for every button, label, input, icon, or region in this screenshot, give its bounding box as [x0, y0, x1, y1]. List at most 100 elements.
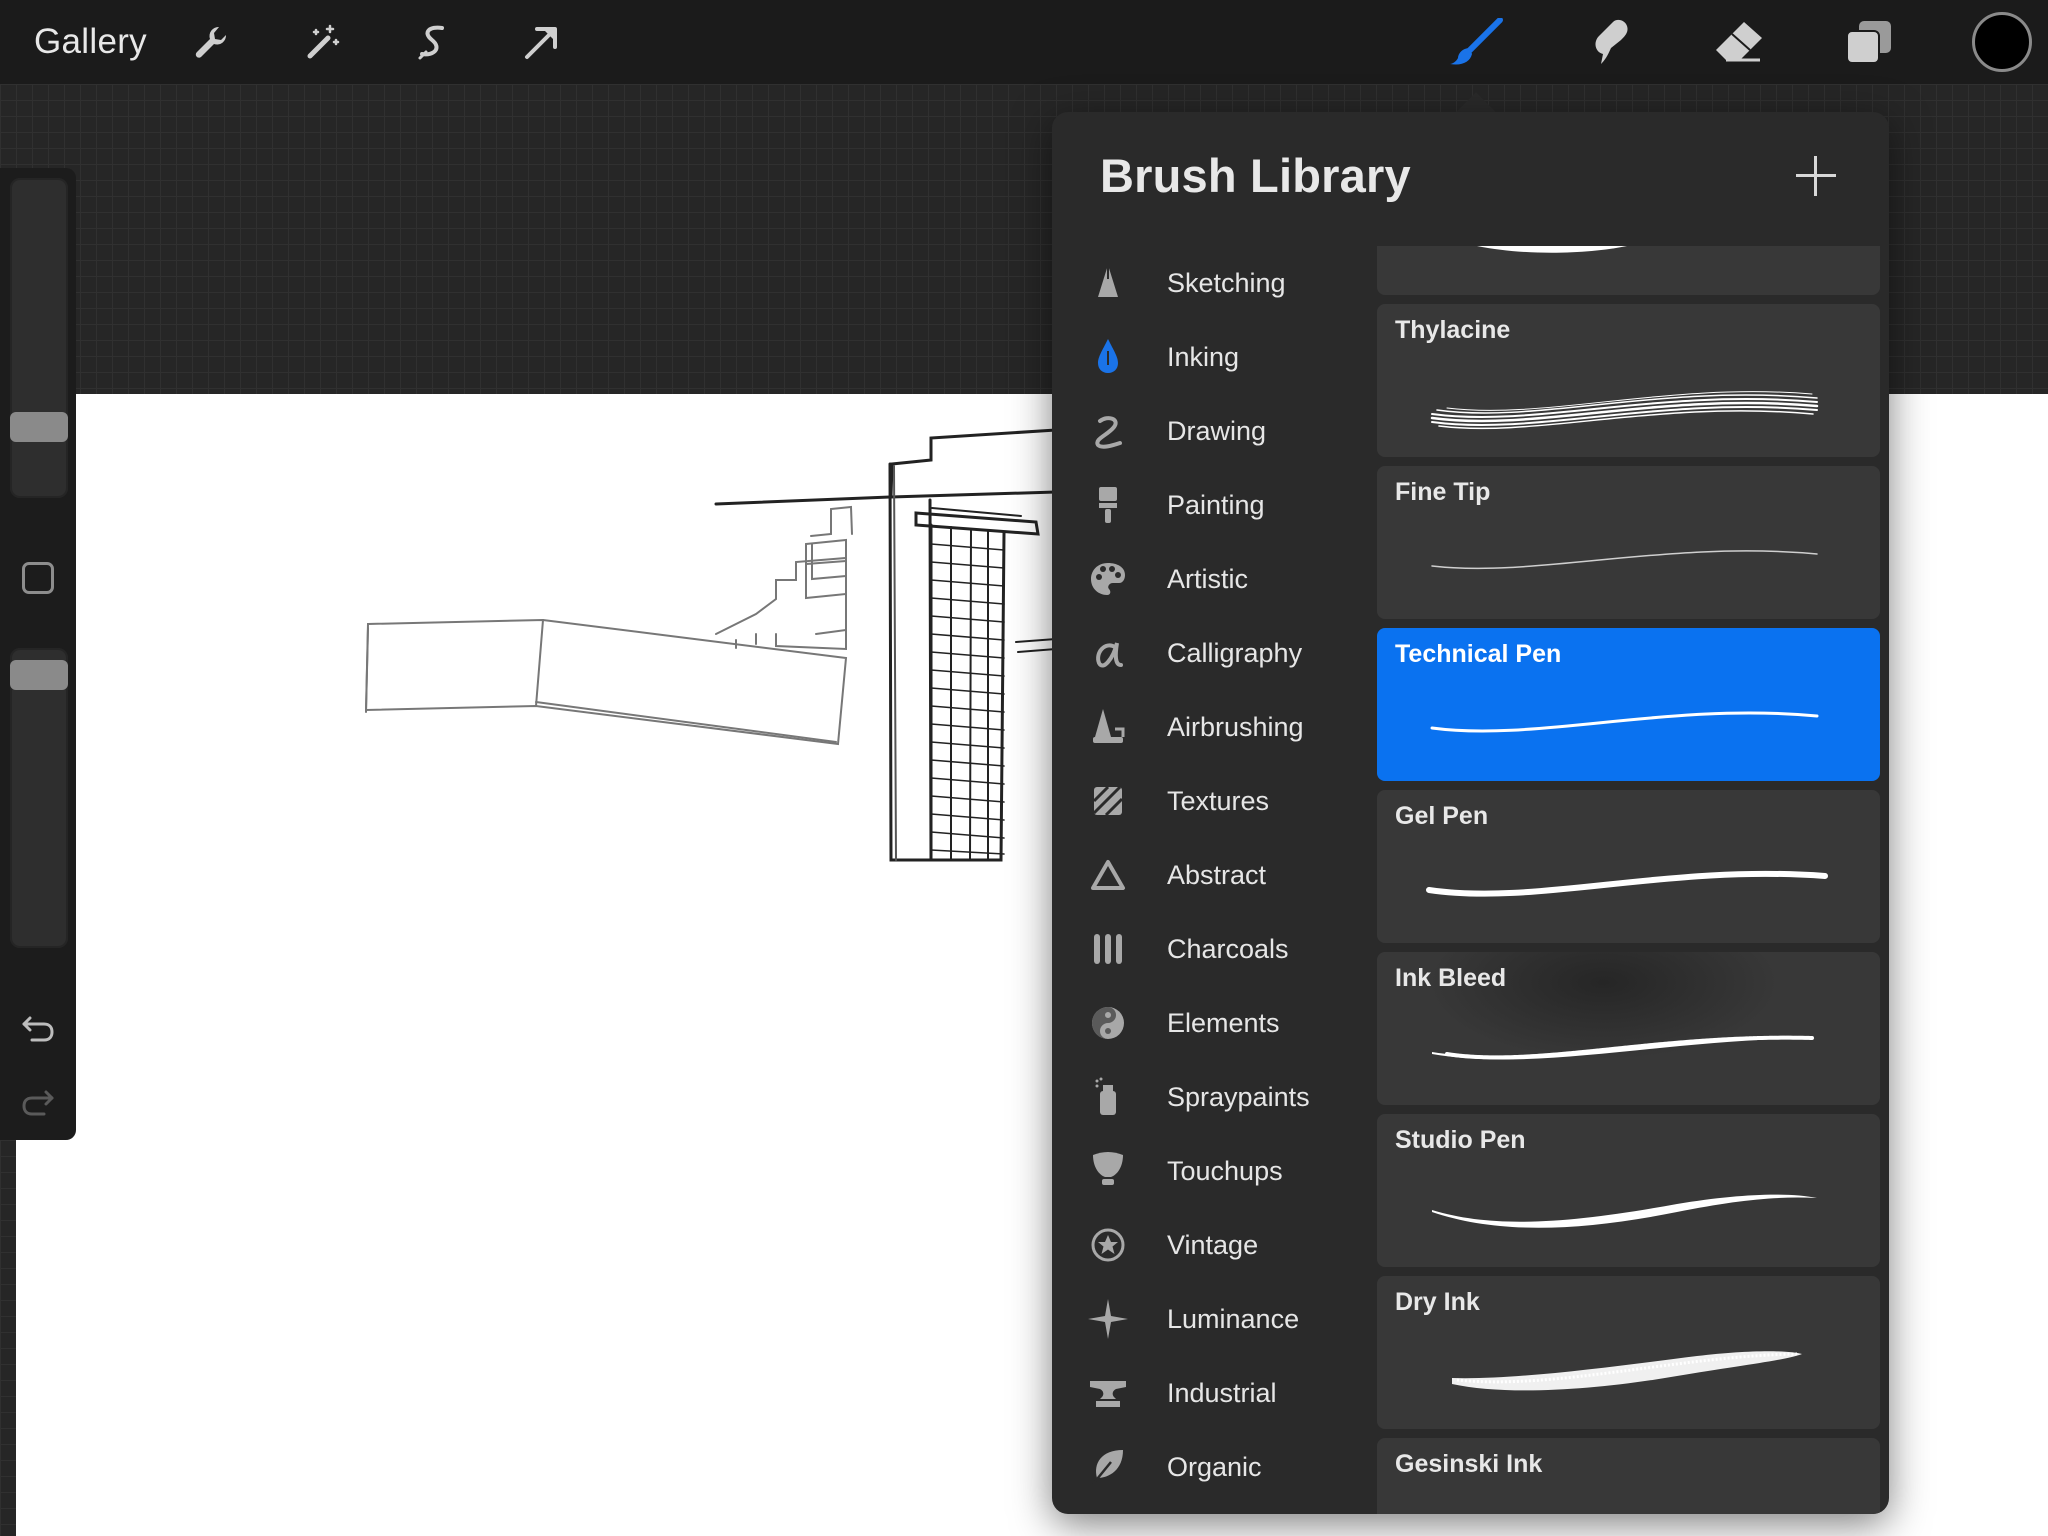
- category-organic[interactable]: Organic: [1052, 1430, 1372, 1504]
- brush-stroke-preview: [1430, 391, 1819, 430]
- brush-stroke-preview: [1452, 1351, 1802, 1391]
- brush-name: Studio Pen: [1395, 1126, 1526, 1154]
- brush-name: Gesinski Ink: [1395, 1450, 1543, 1478]
- brush-icon[interactable]: [1448, 18, 1504, 66]
- category-label: Sketching: [1167, 268, 1286, 298]
- category-label: Industrial: [1167, 1378, 1277, 1408]
- brush-list: Thylacine Fine Tip Technical Pen Gel Pen…: [1377, 246, 1880, 1514]
- opacity-thumb[interactable]: [10, 660, 68, 690]
- brush-card-dry-ink[interactable]: Dry Ink: [1377, 1276, 1880, 1429]
- category-luminance[interactable]: Luminance: [1052, 1282, 1372, 1356]
- abstract-icon: [1088, 855, 1128, 895]
- painting-icon: [1088, 485, 1128, 525]
- category-label: Spraypaints: [1167, 1082, 1310, 1112]
- layers-icon[interactable]: [1844, 18, 1894, 66]
- brush-name: Gel Pen: [1395, 802, 1489, 830]
- category-label: Drawing: [1167, 416, 1267, 446]
- category-inking[interactable]: Inking: [1052, 320, 1372, 394]
- category-label: Charcoals: [1167, 934, 1289, 964]
- drawing-icon: [1088, 411, 1128, 451]
- category-label: Touchups: [1167, 1156, 1283, 1186]
- category-sketching[interactable]: Sketching: [1052, 246, 1372, 320]
- category-touchups[interactable]: Touchups: [1052, 1134, 1372, 1208]
- smudge-icon[interactable]: [1578, 18, 1634, 66]
- brush-card-ink-bleed[interactable]: Ink Bleed: [1377, 952, 1880, 1105]
- top-toolbar: Gallery: [0, 0, 2048, 84]
- brush-card-technical-pen[interactable]: Technical Pen: [1377, 628, 1880, 781]
- move-arrow-icon[interactable]: [518, 18, 566, 66]
- brush-stroke-preview: [1426, 870, 1828, 897]
- category-textures[interactable]: Textures: [1052, 764, 1372, 838]
- redo-icon[interactable]: [18, 1082, 58, 1122]
- category-calligraphy[interactable]: Calligraphy: [1052, 616, 1372, 690]
- undo-icon[interactable]: [18, 1008, 58, 1048]
- brush-stroke-preview: [1432, 1194, 1817, 1228]
- category-label: Luminance: [1167, 1304, 1300, 1334]
- brush-name: Fine Tip: [1395, 478, 1491, 506]
- brush-size-thumb[interactable]: [10, 412, 68, 442]
- sketch-drawing: [364, 428, 1056, 862]
- sparkle-icon: [1088, 1299, 1128, 1339]
- category-label: Airbrushing: [1167, 712, 1304, 742]
- category-elements[interactable]: Elements: [1052, 986, 1372, 1060]
- touchups-icon: [1088, 1151, 1128, 1191]
- textures-icon: [1088, 781, 1128, 821]
- brush-stroke-preview: [1431, 550, 1818, 570]
- brush-card-thylacine[interactable]: Thylacine: [1377, 304, 1880, 457]
- category-label: Textures: [1167, 786, 1270, 816]
- eraser-icon[interactable]: [1710, 18, 1766, 66]
- brush-stroke-preview: [1417, 1482, 1837, 1514]
- category-artistic[interactable]: Artistic: [1052, 542, 1372, 616]
- color-picker-swatch[interactable]: [1972, 12, 2032, 72]
- selection-icon[interactable]: [408, 18, 456, 66]
- category-abstract[interactable]: Abstract: [1052, 838, 1372, 912]
- brush-stroke-preview: [1430, 711, 1819, 733]
- left-sidebar: [0, 168, 76, 1140]
- category-spraypaints[interactable]: Spraypaints: [1052, 1060, 1372, 1134]
- brush-stroke-preview: [1432, 1035, 1817, 1060]
- anvil-icon: [1088, 1373, 1128, 1413]
- modify-button[interactable]: [22, 562, 54, 594]
- panel-title: Brush Library: [1100, 149, 1411, 202]
- magic-wand-icon[interactable]: [298, 18, 346, 66]
- brush-stroke-preview: [1477, 246, 1627, 253]
- category-label: Vintage: [1167, 1230, 1259, 1260]
- brush-name: Technical Pen: [1395, 640, 1562, 668]
- brush-card-studio-pen[interactable]: Studio Pen: [1377, 1114, 1880, 1267]
- opacity-slider[interactable]: [10, 648, 68, 948]
- airbrush-icon: [1088, 707, 1128, 747]
- brush-card-gesinski-ink[interactable]: Gesinski Ink: [1377, 1438, 1880, 1514]
- brush-card-gel-pen[interactable]: Gel Pen: [1377, 790, 1880, 943]
- category-label: Calligraphy: [1167, 638, 1303, 668]
- category-charcoals[interactable]: Charcoals: [1052, 912, 1372, 986]
- category-label: Painting: [1167, 490, 1265, 520]
- brush-name: Thylacine: [1395, 316, 1511, 344]
- charcoals-icon: [1088, 929, 1128, 969]
- category-list: Sketching Inking Drawing Painting Artist…: [1052, 246, 1372, 1504]
- brush-size-slider[interactable]: [10, 178, 68, 498]
- yin-yang-icon: [1088, 1003, 1128, 1043]
- add-brush-button[interactable]: [1792, 152, 1840, 200]
- palette-icon: [1088, 559, 1128, 599]
- star-badge-icon: [1088, 1225, 1128, 1265]
- category-vintage[interactable]: Vintage: [1052, 1208, 1372, 1282]
- brush-card-fine-tip[interactable]: Fine Tip: [1377, 466, 1880, 619]
- wrench-icon[interactable]: [188, 18, 236, 66]
- category-label: Inking: [1167, 342, 1240, 372]
- spraypaint-icon: [1088, 1077, 1128, 1117]
- category-label: Abstract: [1167, 860, 1267, 890]
- category-drawing[interactable]: Drawing: [1052, 394, 1372, 468]
- category-painting[interactable]: Painting: [1052, 468, 1372, 542]
- category-airbrushing[interactable]: Airbrushing: [1052, 690, 1372, 764]
- calligraphy-icon: [1088, 633, 1128, 673]
- category-label: Elements: [1167, 1008, 1280, 1038]
- brush-library-panel: Brush Library Sketching Inking Drawing P…: [1052, 112, 1889, 1514]
- gallery-button[interactable]: Gallery: [34, 20, 147, 64]
- category-industrial[interactable]: Industrial: [1052, 1356, 1372, 1430]
- sketching-icon: [1088, 263, 1128, 303]
- category-label: Organic: [1167, 1452, 1262, 1482]
- inking-icon: [1088, 337, 1128, 377]
- category-label: Artistic: [1167, 564, 1248, 594]
- brush-card[interactable]: [1377, 246, 1880, 295]
- leaf-icon: [1088, 1447, 1128, 1487]
